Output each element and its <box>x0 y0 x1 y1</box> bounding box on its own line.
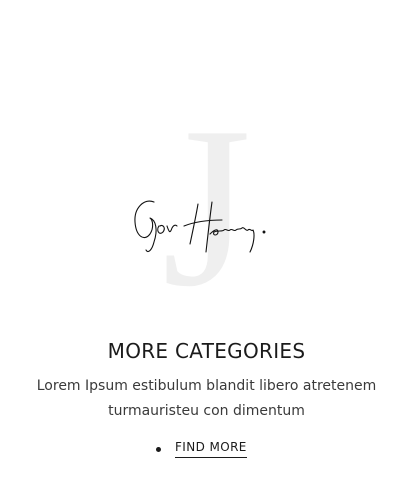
signature-image <box>126 190 276 260</box>
section-title: MORE CATEGORIES <box>107 339 306 363</box>
hero-banner: J <box>0 0 413 322</box>
find-more-link[interactable]: FIND MORE <box>156 440 247 458</box>
dot-icon <box>156 446 161 452</box>
section-description: Lorem Ipsum estibulum blandit libero atr… <box>36 378 377 419</box>
find-more-label: FIND MORE <box>175 440 247 458</box>
